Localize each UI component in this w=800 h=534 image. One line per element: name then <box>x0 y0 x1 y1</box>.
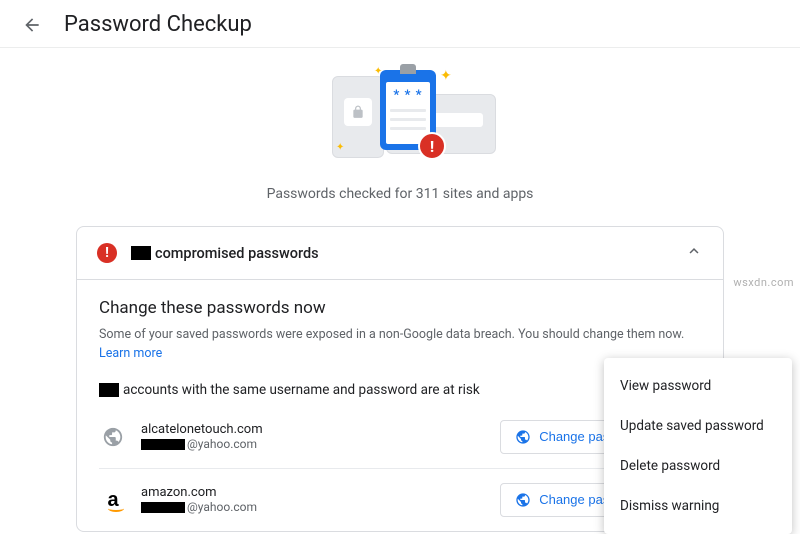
section-title: compromised passwords <box>131 245 685 262</box>
alert-badge-icon: ! <box>97 243 117 263</box>
watermark: wsxdn.com <box>733 276 794 289</box>
clipboard-icon: * * * ! <box>380 70 436 150</box>
alert-icon: ! <box>418 132 446 160</box>
redacted-username <box>141 439 185 450</box>
page-title: Password Checkup <box>64 12 252 37</box>
status-text: Passwords checked for 311 sites and apps <box>0 186 800 202</box>
redacted-username <box>141 502 185 513</box>
account-username: @yahoo.com <box>141 500 500 514</box>
account-info: alcatelonetouch.com @yahoo.com <box>141 422 500 451</box>
chevron-up-icon <box>685 242 703 264</box>
panel-heading: Change these passwords now <box>99 298 701 318</box>
menu-view-password[interactable]: View password <box>604 366 792 406</box>
site-name: amazon.com <box>141 485 500 500</box>
globe-icon <box>515 429 531 445</box>
lock-icon <box>344 98 372 126</box>
hero-section: • • • • • • * * * ! ✦ ✦ ✦ Passwords chec… <box>0 48 800 210</box>
arrow-left-icon <box>22 15 42 35</box>
account-username: @yahoo.com <box>141 437 500 451</box>
sparkle-icon: ✦ <box>336 142 344 153</box>
sparkle-icon: ✦ <box>374 66 382 77</box>
amazon-icon: a <box>99 486 127 514</box>
password-illustration: • • • • • • * * * ! ✦ ✦ ✦ <box>290 68 510 168</box>
sparkle-icon: ✦ <box>440 68 452 84</box>
section-toggle[interactable]: ! compromised passwords <box>77 227 723 280</box>
context-menu: View password Update saved password Dele… <box>604 358 792 534</box>
redacted-count <box>99 383 119 397</box>
page-header: Password Checkup <box>0 0 800 48</box>
menu-dismiss-warning[interactable]: Dismiss warning <box>604 486 792 526</box>
menu-delete-password[interactable]: Delete password <box>604 446 792 486</box>
learn-more-link[interactable]: Learn more <box>99 346 162 361</box>
redacted-count <box>131 246 151 260</box>
account-info: amazon.com @yahoo.com <box>141 485 500 514</box>
back-button[interactable] <box>20 13 44 37</box>
menu-update-password[interactable]: Update saved password <box>604 406 792 446</box>
site-name: alcatelonetouch.com <box>141 422 500 437</box>
globe-icon <box>99 423 127 451</box>
globe-icon <box>515 492 531 508</box>
